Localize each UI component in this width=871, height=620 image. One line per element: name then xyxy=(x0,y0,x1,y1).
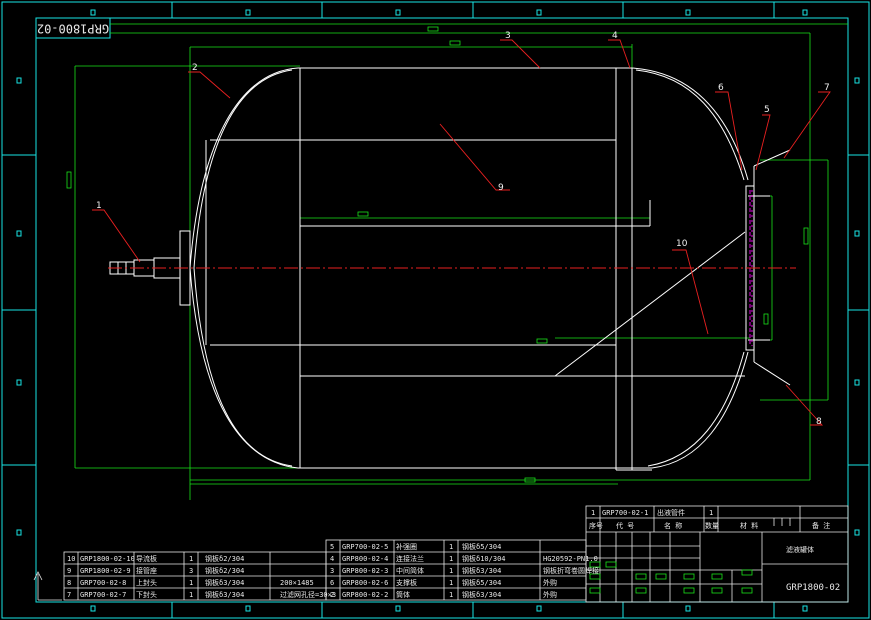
part-label-10: 10 xyxy=(676,239,688,249)
bom-left-row-no: 7 xyxy=(67,591,71,599)
bom-header-qty: 数量 xyxy=(705,521,719,530)
bom-mid-row-name: 中间简体 xyxy=(396,566,424,575)
part-label-5: 5 xyxy=(764,105,770,115)
bom-mid-row-material: 钢板δ10/304 xyxy=(462,554,506,563)
bom-header-no: 序号 xyxy=(589,521,603,530)
bom-left-row-name: 上封头 xyxy=(136,578,157,587)
bom-left-row-name: 下封头 xyxy=(136,590,157,599)
bom-header-name: 名 称 xyxy=(664,521,682,530)
bom-left-row-qty: 1 xyxy=(189,579,193,587)
bom-mid-row-code: GRP800-02-3 xyxy=(342,567,388,575)
bom-mid-row-spec: 外购 xyxy=(543,578,557,587)
bom-header-remark: 备 注 xyxy=(812,521,830,530)
bom-left-row-no: 8 xyxy=(67,579,71,587)
bom-mid-row-name: 筒体 xyxy=(396,590,410,599)
bom-mid-row-material: 钢板δ5/304 xyxy=(462,542,501,551)
bom-left-row-spec: 200×1485 xyxy=(280,579,314,587)
title-block-code: GRP1800-02 xyxy=(786,583,840,593)
bom-left-row-code: GRP700-02-7 xyxy=(80,591,126,599)
bom-left-row-spec: 过滤网孔径=30×3 xyxy=(280,590,336,599)
bom-mid-row-qty: 1 xyxy=(449,567,453,575)
rotated-drawing-code: GRP1800-02 xyxy=(37,22,109,36)
part-label-3: 3 xyxy=(505,31,511,41)
bom-left-row-qty: 3 xyxy=(189,567,193,575)
bom-left-row-code: GRP700-02-8 xyxy=(80,579,126,587)
bom-mid-row-no: 6 xyxy=(330,579,334,587)
bom-left-row-no: 9 xyxy=(67,567,71,575)
bom-left-row-code: GRP1800-02-10 xyxy=(80,555,135,563)
bom-head-name: 出液管件 xyxy=(657,508,685,517)
bom-mid-row-name: 支撑板 xyxy=(396,578,417,587)
bom-mid-row-qty: 1 xyxy=(449,579,453,587)
part-label-4: 4 xyxy=(612,31,618,41)
bom-mid-row-code: GRP800-02-2 xyxy=(342,591,388,599)
part-label-7: 7 xyxy=(824,83,830,93)
bom-mid-row-name: 补强圈 xyxy=(396,542,417,551)
bom-mid-row-no: 3 xyxy=(330,567,334,575)
bom-head-qty: 1 xyxy=(709,509,713,517)
bom-mid-row-spec: 外购 xyxy=(543,590,557,599)
bom-mid-row-qty: 1 xyxy=(449,591,453,599)
bom-mid-row-code: GRP800-02-4 xyxy=(342,555,388,563)
bom-left-row-material: 钢板δ3/304 xyxy=(205,578,244,587)
bom-mid-row-material: 钢板δ5/304 xyxy=(462,578,501,587)
bom-left-row-no: 10 xyxy=(67,555,75,563)
bom-left-row-material: 钢板δ2/304 xyxy=(205,566,244,575)
bom-mid-row-code: GRP800-02-6 xyxy=(342,579,388,587)
bom-left-row-name: 导流板 xyxy=(136,554,157,563)
bom-left-row-qty: 1 xyxy=(189,591,193,599)
bom-mid-row-no: 5 xyxy=(330,543,334,551)
bom-mid-row-qty: 1 xyxy=(449,543,453,551)
bom-left-row-qty: 1 xyxy=(189,555,193,563)
bom-mid-row-qty: 1 xyxy=(449,555,453,563)
bom-header-material: 材 料 xyxy=(740,521,758,530)
bom-mid-row-no: 2 xyxy=(330,591,334,599)
bom-header-code: 代 号 xyxy=(616,521,634,530)
bom-mid-row-material: 钢板δ3/304 xyxy=(462,566,501,575)
part-label-1: 1 xyxy=(96,201,102,211)
cad-drawing: GRP1800-02 1 2 3 4 5 6 7 8 9 10 序号 代 号 名… xyxy=(0,0,871,620)
bom-head-code: GRP700-02-1 xyxy=(602,509,648,517)
bom-left-row-code: GRP1800-02-9 xyxy=(80,567,131,575)
bom-mid-row-name: 连接法兰 xyxy=(396,554,424,563)
bom-left-row-material: 钢板δ3/304 xyxy=(205,590,244,599)
part-label-6: 6 xyxy=(718,83,724,93)
bom-mid-row-spec: HG20592-PN1.0 xyxy=(543,555,598,563)
part-label-2: 2 xyxy=(192,63,198,73)
part-label-8: 8 xyxy=(816,417,822,427)
bom-mid-row-spec: 钢板折弯卷圆焊接 xyxy=(543,566,599,575)
bom-head-no: 1 xyxy=(591,509,595,517)
title-block-name: 滤液罐体 xyxy=(786,545,814,554)
bom-mid-row-material: 钢板δ3/304 xyxy=(462,590,501,599)
bom-left-row-name: 接管座 xyxy=(136,566,157,575)
bom-mid-row-no: 4 xyxy=(330,555,334,563)
bom-mid-row-code: GRP700-02-5 xyxy=(342,543,388,551)
bom-left-row-material: 钢板δ2/304 xyxy=(205,554,244,563)
part-label-9: 9 xyxy=(498,183,504,193)
